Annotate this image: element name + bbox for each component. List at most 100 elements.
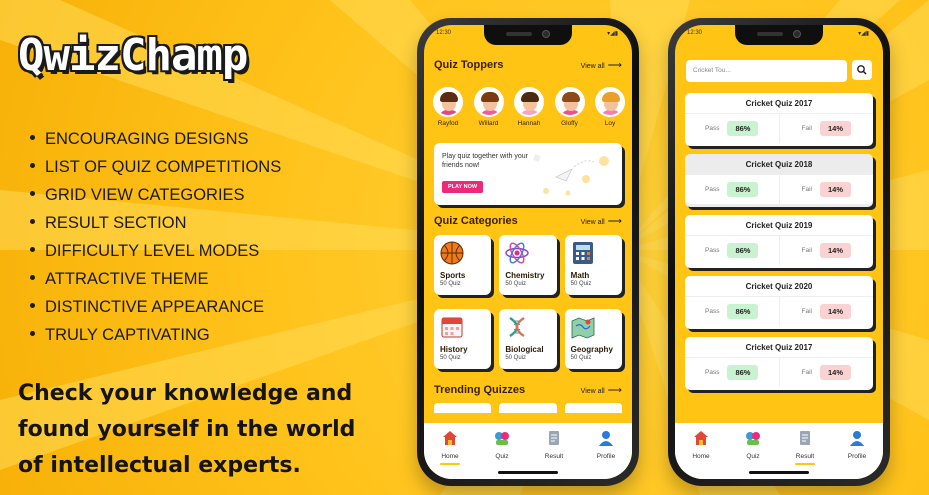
feature-item: TRULY CAPTIVATING (30, 321, 281, 349)
category-card-math[interactable]: Math 50 Quiz (564, 235, 622, 295)
home-icon (443, 431, 457, 445)
promo-text: Play quiz together with your friends now… (442, 153, 528, 169)
topper-name: Rayfod (437, 120, 459, 127)
pass-percentage: 86% (727, 182, 759, 197)
avatar (433, 87, 463, 117)
pass-percentage: 86% (727, 304, 759, 319)
result-icon (549, 431, 559, 445)
tab-home[interactable]: Home (679, 430, 723, 479)
topper-name: Willard (478, 120, 499, 127)
search-input[interactable]: Cricket Tou... (686, 60, 847, 82)
trending-card[interactable] (564, 403, 622, 413)
pass-percentage: 86% (727, 243, 759, 258)
quiz-icon (495, 432, 509, 445)
search-button[interactable] (852, 60, 872, 80)
paper-plane-illustration-icon (533, 154, 609, 196)
fail-label: Fail (801, 125, 812, 132)
category-card-sports[interactable]: Sports 50 Quiz (434, 235, 492, 295)
result-title: Cricket Quiz 2017 (745, 343, 813, 352)
feature-item: RESULT SECTION (30, 209, 281, 237)
trending-title: Trending Quizzes (434, 384, 526, 396)
fail-label: Fail (801, 308, 812, 315)
result-title: Cricket Quiz 2020 (745, 282, 813, 291)
category-card-history[interactable]: History 50 Quiz (434, 309, 492, 369)
toppers-view-all-link[interactable]: View all ⟶ (581, 60, 622, 71)
topper-item[interactable]: Hannah (511, 87, 547, 127)
home-indicator (749, 471, 809, 474)
fail-percentage: 14% (819, 243, 851, 258)
feature-item: DIFFICULTY LEVEL MODES (30, 237, 281, 265)
arrow-right-icon: ⟶ (607, 215, 622, 227)
toppers-list: Rayfod Willard Hannah Gloffy Loy (430, 87, 628, 127)
tab-profile[interactable]: Profile (584, 430, 628, 479)
category-label: Geography (570, 345, 613, 354)
fail-percentage: 14% (819, 365, 851, 380)
result-title: Cricket Quiz 2017 (745, 99, 813, 108)
promo-banner: QwizChamp ENCOURAGING DESIGNS LIST OF QU… (0, 0, 929, 495)
pass-label: Pass (705, 125, 720, 132)
result-title: Cricket Quiz 2019 (745, 221, 813, 230)
trending-card[interactable] (499, 403, 557, 413)
trending-view-all-link[interactable]: View all ⟶ (581, 385, 622, 396)
calculator-icon (572, 242, 593, 264)
result-card[interactable]: Cricket Quiz 2017 Pass 86% Fail 14% (685, 337, 873, 390)
phone-home-screen: 12:30 ▾◢▮ Quiz Toppers View all ⟶ Rayfod … (417, 18, 639, 486)
feature-item: ENCOURAGING DESIGNS (30, 125, 281, 153)
category-count: 50 Quiz (570, 281, 592, 287)
map-icon (571, 317, 595, 339)
tab-profile[interactable]: Profile (835, 430, 879, 479)
quiz-icon (746, 432, 760, 445)
home-screen: 12:30 ▾◢▮ Quiz Toppers View all ⟶ Rayfod … (424, 25, 632, 479)
category-card-biological[interactable]: Biological 50 Quiz (499, 309, 557, 369)
categories-view-all-link[interactable]: View all ⟶ (581, 216, 622, 227)
bullet-icon (30, 135, 35, 141)
pass-percentage: 86% (727, 365, 759, 380)
topper-item[interactable]: Gloffy (552, 87, 588, 127)
bullet-icon (30, 331, 35, 337)
arrow-right-icon: ⟶ (607, 384, 622, 396)
pass-label: Pass (705, 186, 720, 193)
avatar (514, 87, 544, 117)
category-count: 50 Quiz (440, 355, 461, 361)
dna-icon (509, 316, 526, 338)
category-count: 50 Quiz (505, 281, 527, 287)
feature-item: DISTINCTIVE APPEARANCE (30, 293, 281, 321)
topper-item[interactable]: Willard (471, 87, 507, 127)
phone-notch (735, 25, 823, 45)
categories-title: Quiz Categories (434, 215, 518, 227)
results-list: Cricket Quiz 2017 Pass 86% Fail 14% Cricke… (685, 93, 873, 398)
result-card[interactable]: Cricket Quiz 2019 Pass 86% Fail 14% (685, 215, 873, 268)
app-logo-title: QwizChamp (18, 30, 248, 81)
result-card[interactable]: Cricket Quiz 2020 Pass 86% Fail 14% (685, 276, 873, 329)
bullet-icon (30, 163, 35, 169)
category-count: 50 Quiz (440, 281, 461, 287)
home-icon (694, 431, 708, 445)
bullet-icon (30, 247, 35, 253)
trending-card[interactable] (434, 403, 492, 413)
arrow-right-icon: ⟶ (607, 59, 622, 71)
bullet-icon (30, 191, 35, 197)
category-card-chemistry[interactable]: Chemistry 50 Quiz (499, 235, 557, 295)
result-card[interactable]: Cricket Quiz 2017 Pass 86% Fail 14% (685, 93, 873, 146)
result-card[interactable]: Cricket Quiz 2018 Pass 86% Fail 14% (685, 154, 873, 207)
topper-item[interactable]: Rayfod (430, 87, 466, 127)
feature-item: GRID VIEW CATEGORIES (30, 181, 281, 209)
pass-label: Pass (705, 308, 720, 315)
pass-label: Pass (705, 247, 720, 254)
status-time: 12:30 (687, 30, 703, 36)
bullet-icon (30, 275, 35, 281)
categories-header: Quiz Categories View all ⟶ (434, 215, 622, 227)
home-indicator (498, 471, 558, 474)
play-now-button[interactable]: PLAY NOW (442, 181, 484, 193)
toppers-header: Quiz Toppers View all ⟶ (434, 59, 622, 71)
feature-item: LIST OF QUIZ COMPETITIONS (30, 153, 281, 181)
calendar-icon (441, 317, 463, 338)
topper-item[interactable]: Loy (592, 87, 628, 127)
trending-header: Trending Quizzes View all ⟶ (434, 384, 622, 396)
tab-home[interactable]: Home (428, 430, 472, 479)
profile-icon (850, 431, 864, 446)
topper-name: Hannah (517, 120, 541, 127)
avatar (595, 87, 625, 117)
results-screen: 12:30 ▾◢▮ Cricket Tou... Cricket Quiz 20… (675, 25, 883, 479)
category-card-geography[interactable]: Geography 50 Quiz (564, 309, 622, 369)
